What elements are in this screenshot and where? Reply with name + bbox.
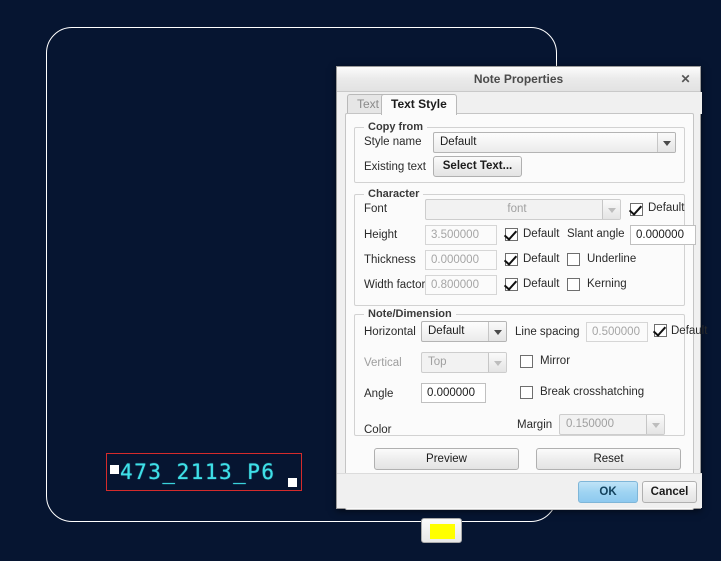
- vertical-combobox[interactable]: Top: [421, 352, 507, 373]
- style-name-label: Style name: [364, 136, 422, 148]
- angle-label: Angle: [364, 388, 394, 400]
- cancel-button[interactable]: Cancel: [642, 481, 697, 503]
- font-label: Font: [364, 203, 388, 215]
- color-picker-button[interactable]: [421, 518, 462, 543]
- tab-strip: Text Text Style: [337, 92, 702, 115]
- dialog-title: Note Properties: [473, 72, 564, 86]
- vertical-value: Top: [428, 356, 447, 368]
- group-note-dimension: Note/Dimension Horizontal Default Line s…: [354, 308, 707, 543]
- chevron-down-icon[interactable]: [488, 353, 506, 372]
- height-default-label: Default: [523, 228, 560, 240]
- style-name-combobox[interactable]: Default: [433, 132, 676, 153]
- break-crosshatching-label: Break crosshatching: [540, 386, 645, 398]
- horizontal-label: Horizontal: [364, 326, 416, 338]
- thickness-default-checkbox[interactable]: [505, 253, 518, 266]
- group-note-dimension-legend: Note/Dimension: [364, 308, 456, 320]
- angle-input[interactable]: 0.000000: [421, 383, 486, 403]
- selection-handle-start[interactable]: [110, 465, 119, 474]
- kerning-label: Kerning: [587, 278, 627, 290]
- mirror-checkbox[interactable]: [520, 355, 533, 368]
- color-label: Color: [364, 424, 392, 436]
- ok-button[interactable]: OK: [578, 481, 638, 503]
- note-text[interactable]: 473_2113_P6: [120, 458, 276, 486]
- line-spacing-input[interactable]: 0.500000: [586, 322, 648, 342]
- dialog-titlebar[interactable]: Note Properties ✕: [337, 67, 700, 92]
- reset-button[interactable]: Reset: [536, 448, 681, 470]
- group-character-legend: Character: [364, 188, 424, 200]
- width-factor-label: Width factor: [364, 279, 426, 291]
- horizontal-value: Default: [428, 325, 465, 337]
- font-default-checkbox[interactable]: [630, 203, 643, 216]
- selection-handle-end[interactable]: [288, 478, 297, 487]
- thickness-input[interactable]: 0.000000: [425, 250, 497, 270]
- existing-text-label: Existing text: [364, 161, 426, 173]
- break-crosshatching-checkbox[interactable]: [520, 386, 533, 399]
- tab-text-style[interactable]: Text Style: [381, 94, 457, 115]
- font-value: font: [507, 203, 527, 215]
- kerning-checkbox[interactable]: [567, 278, 580, 291]
- text-style-tab-panel: Copy from Style name Default Existing te…: [345, 113, 707, 543]
- line-spacing-default-label: Default: [671, 325, 708, 337]
- chevron-down-icon[interactable]: [602, 200, 620, 219]
- line-spacing-label: Line spacing: [515, 326, 580, 338]
- slant-angle-label: Slant angle: [567, 228, 625, 240]
- width-factor-default-checkbox[interactable]: [505, 278, 518, 291]
- select-text-button[interactable]: Select Text...: [433, 156, 522, 177]
- group-character: Character Font font Default Height 3.500…: [354, 188, 696, 306]
- margin-value: 0.150000: [566, 418, 614, 430]
- underline-label: Underline: [587, 253, 637, 265]
- vertical-label: Vertical: [364, 357, 402, 369]
- chevron-down-icon[interactable]: [657, 133, 675, 152]
- width-factor-default-label: Default: [523, 278, 560, 290]
- slant-angle-input[interactable]: 0.000000: [630, 225, 696, 245]
- dialog-footer: OK Cancel: [337, 473, 702, 508]
- margin-label: Margin: [517, 419, 553, 431]
- height-input[interactable]: 3.500000: [425, 225, 497, 245]
- height-default-checkbox[interactable]: [505, 228, 518, 241]
- font-combobox[interactable]: font: [425, 199, 621, 220]
- line-spacing-default-checkbox[interactable]: [654, 324, 667, 337]
- thickness-default-label: Default: [523, 253, 560, 265]
- chevron-down-icon[interactable]: [646, 415, 664, 434]
- font-default-label: Default: [648, 202, 685, 214]
- color-swatch: [430, 524, 455, 539]
- preview-button[interactable]: Preview: [374, 448, 519, 470]
- close-icon[interactable]: ✕: [676, 70, 695, 89]
- group-copy-from: Copy from Style name Default Existing te…: [354, 121, 685, 183]
- style-name-value: Default: [440, 136, 477, 148]
- width-factor-input[interactable]: 0.800000: [425, 275, 497, 295]
- chevron-down-icon[interactable]: [488, 322, 506, 341]
- group-copy-from-legend: Copy from: [364, 121, 427, 133]
- horizontal-combobox[interactable]: Default: [421, 321, 507, 342]
- note-properties-dialog: Note Properties ✕ Text Text Style Copy f…: [336, 66, 707, 543]
- mirror-label: Mirror: [540, 355, 571, 367]
- height-label: Height: [364, 229, 398, 241]
- margin-combobox[interactable]: 0.150000: [559, 414, 665, 435]
- underline-checkbox[interactable]: [567, 253, 580, 266]
- thickness-label: Thickness: [364, 254, 416, 266]
